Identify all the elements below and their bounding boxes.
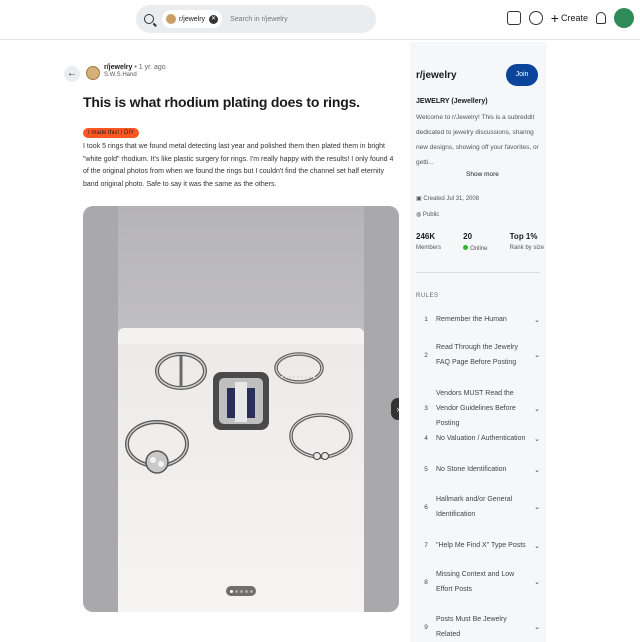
online-dot-icon xyxy=(463,245,469,250)
plus-icon: + xyxy=(550,10,559,26)
stat-members: 246K Members xyxy=(416,232,441,252)
stat-value: Top 1% xyxy=(509,232,538,241)
rule-number: 2 xyxy=(424,351,428,359)
rule-text: Missing Context and Low Effort Posts xyxy=(436,571,515,593)
subreddit-full-name: JEWELRY (Jewellery) xyxy=(416,98,488,105)
subreddit-stats: 246K Members 20 Online Top 1% Rank by si… xyxy=(416,232,544,252)
pager-dot[interactable] xyxy=(244,589,248,593)
chevron-down-icon: ⌄ xyxy=(534,466,540,474)
sidebar-subreddit-name[interactable]: r/jewelry xyxy=(416,70,457,81)
rule-item[interactable]: 3 Vendors MUST Read the Vendor Guidelines… xyxy=(416,386,540,431)
rule-text: Read Through the Jewelry FAQ Page Before… xyxy=(436,344,518,366)
rule-text: No Stone Identification xyxy=(436,466,507,473)
globe-icon: ◍ xyxy=(416,212,423,218)
rule-item[interactable]: 6 Hallmark and/or General Identification ⌄ xyxy=(416,492,540,522)
header-actions: + Create xyxy=(506,8,634,28)
stat-label: Online xyxy=(470,246,488,252)
rule-number: 5 xyxy=(424,466,428,473)
stat-label: Members xyxy=(416,245,442,251)
rule-text: Hallmark and/or General Identification xyxy=(436,496,513,518)
stat-rank: Top 1% Rank by size xyxy=(510,232,544,252)
visibility: ◍ Public xyxy=(416,211,439,218)
subreddit-link[interactable]: r/jewelry xyxy=(104,64,132,71)
subreddit-sidebar: r/jewelry Join JEWELRY (Jewellery) Welco… xyxy=(410,42,546,642)
rule-text: Remember the Human xyxy=(436,316,507,323)
create-label: Create xyxy=(560,13,588,23)
divider xyxy=(416,272,540,273)
post-flair[interactable]: I made this! / DIY xyxy=(83,128,140,138)
post-body: I took 5 rings that we found metal detec… xyxy=(83,143,394,188)
stat-value: 20 xyxy=(463,232,473,241)
rule-item[interactable]: 7 "Help Me Find X" Type Posts ⌄ xyxy=(416,538,540,553)
rule-number: 9 xyxy=(424,623,428,631)
chevron-down-icon: ⌄ xyxy=(534,435,540,443)
chip-label: r/jewelry xyxy=(179,15,206,23)
chevron-down-icon: ⌄ xyxy=(534,504,540,511)
subreddit-icon[interactable] xyxy=(86,66,100,80)
post-image-gallery[interactable]: › xyxy=(83,206,399,612)
post-title: This is what rhodium plating does to rin… xyxy=(83,94,360,110)
chevron-down-icon: ⌄ xyxy=(534,316,540,324)
rule-item[interactable]: 2 Read Through the Jewelry FAQ Page Befor… xyxy=(416,340,540,370)
pager-dot[interactable] xyxy=(234,589,238,593)
pager-dot[interactable] xyxy=(249,589,253,593)
created-date: ▣ Created Jul 31, 2008 xyxy=(416,195,479,202)
post-time: • 1 yr. ago xyxy=(134,64,166,71)
pager-dot[interactable] xyxy=(239,589,243,593)
subreddit-filter-chip[interactable]: r/jewelry ✕ xyxy=(162,10,223,28)
avatar[interactable] xyxy=(614,8,634,28)
visibility-text: Public xyxy=(422,212,440,218)
rule-number: 4 xyxy=(424,435,428,442)
rule-text: Vendors MUST Read the Vendor Guidelines … xyxy=(436,390,516,427)
back-button[interactable]: ← xyxy=(64,66,80,82)
next-image-button[interactable]: › xyxy=(391,398,399,420)
subreddit-description: Welcome to r/Jewelry! This is a subreddi… xyxy=(416,114,539,166)
rings-photo xyxy=(125,352,353,474)
rule-number: 7 xyxy=(424,542,428,549)
top-bar: r/jewelry ✕ Search in r/jewelry + Create xyxy=(0,0,640,40)
rule-item[interactable]: 9 Posts Must Be Jewelry Related ⌄ xyxy=(416,612,540,642)
rule-item[interactable]: 1 Remember the Human ⌄ xyxy=(416,312,540,327)
chevron-down-icon: ⌄ xyxy=(534,352,540,359)
search-bar[interactable]: r/jewelry ✕ Search in r/jewelry xyxy=(136,5,376,33)
rule-number: 1 xyxy=(424,316,428,323)
pager-dot[interactable] xyxy=(229,589,233,593)
rule-number: 6 xyxy=(424,503,428,511)
post-author[interactable]: S.W.S.Hand xyxy=(104,72,166,78)
stat-online: 20 Online xyxy=(463,232,488,252)
chat-icon[interactable] xyxy=(528,11,543,25)
chevron-down-icon: ⌄ xyxy=(534,542,540,550)
rule-item[interactable]: 8 Missing Context and Low Effort Posts ⌄ xyxy=(416,567,540,597)
bell-icon[interactable] xyxy=(596,12,606,24)
stat-label-wrap: Online xyxy=(463,245,488,252)
rule-text: Posts Must Be Jewelry Related xyxy=(436,616,507,638)
chevron-down-icon: ⌄ xyxy=(534,579,540,586)
stat-label: Rank by size xyxy=(509,245,544,251)
chevron-down-icon: ⌄ xyxy=(534,624,540,631)
create-button[interactable]: + Create xyxy=(551,11,588,25)
search-input[interactable]: Search in r/jewelry xyxy=(230,16,288,23)
gallery-pager xyxy=(226,586,256,596)
rule-item[interactable]: 5 No Stone Identification ⌄ xyxy=(416,462,540,477)
stat-value: 246K xyxy=(416,232,436,241)
rule-item[interactable]: 4 No Valuation / Authentication ⌄ xyxy=(416,431,540,446)
ads-icon[interactable] xyxy=(506,11,521,25)
rule-text: No Valuation / Authentication xyxy=(436,435,526,442)
rules-heading: RULES xyxy=(416,293,439,299)
post-meta: r/jewelry • 1 yr. ago S.W.S.Hand xyxy=(86,64,166,80)
rule-text: "Help Me Find X" Type Posts xyxy=(436,542,526,549)
show-more-link[interactable]: Show more xyxy=(466,171,499,178)
rule-number: 8 xyxy=(424,578,428,586)
created-text: Created Jul 31, 2008 xyxy=(423,196,480,202)
search-icon xyxy=(144,14,154,24)
rule-number: 3 xyxy=(424,405,428,412)
subreddit-avatar-icon xyxy=(166,14,176,24)
close-icon[interactable]: ✕ xyxy=(209,14,219,24)
chevron-down-icon: ⌄ xyxy=(534,405,540,413)
join-button[interactable]: Join xyxy=(506,64,538,86)
post-meta-line: r/jewelry • 1 yr. ago xyxy=(104,64,166,71)
